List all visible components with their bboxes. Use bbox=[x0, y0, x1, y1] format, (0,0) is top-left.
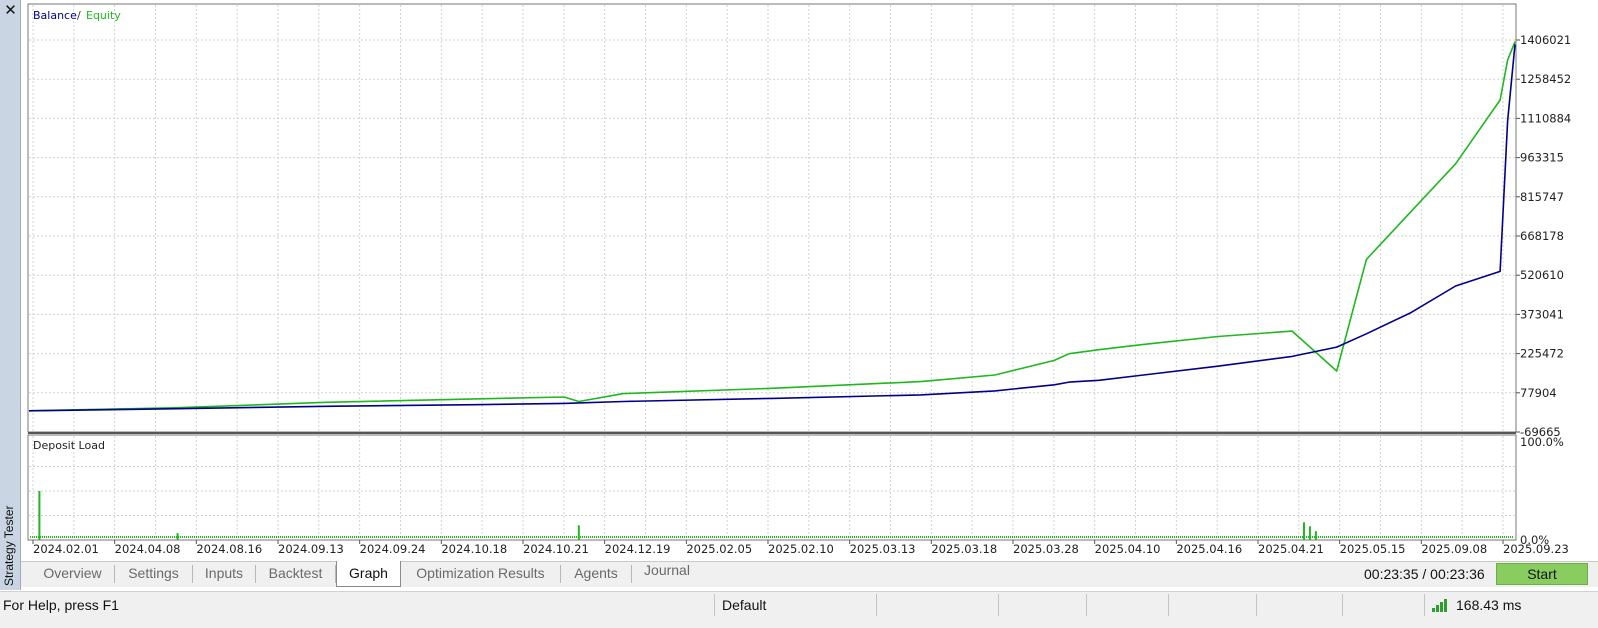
y-tick-label: 963315 bbox=[1520, 151, 1564, 165]
tabs-bar: Overview Settings Inputs Backtest Graph … bbox=[21, 561, 1598, 587]
status-divider bbox=[1342, 594, 1343, 616]
legend-separator: / bbox=[77, 9, 81, 22]
x-tick-label: 2025.09.23 bbox=[1503, 542, 1569, 556]
tab-inputs[interactable]: Inputs bbox=[193, 565, 256, 583]
close-icon[interactable]: ✕ bbox=[3, 3, 18, 18]
y-tick-label: 1406021 bbox=[1520, 33, 1571, 47]
status-divider bbox=[998, 594, 999, 616]
x-tick-label: 2025.09.08 bbox=[1421, 542, 1487, 556]
tab-settings[interactable]: Settings bbox=[115, 565, 193, 583]
ping-value: 168.43 ms bbox=[1456, 597, 1522, 613]
x-tick-label: 2025.04.10 bbox=[1095, 542, 1161, 556]
status-bar: For Help, press F1 Default 168.43 ms bbox=[0, 591, 1598, 628]
panel-vertical-title: Strategy Tester bbox=[2, 505, 16, 586]
tab-overview[interactable]: Overview bbox=[31, 565, 115, 583]
tab-backtest[interactable]: Backtest bbox=[256, 565, 336, 583]
status-divider bbox=[1168, 594, 1169, 616]
y-tick-label: 815747 bbox=[1520, 190, 1564, 204]
deposit-load-bar bbox=[1308, 526, 1311, 540]
legend-equity: Equity bbox=[86, 9, 121, 22]
status-divider bbox=[1256, 594, 1257, 616]
deposit-load-title: Deposit Load bbox=[33, 439, 105, 452]
y-tick-label: 77904 bbox=[1520, 386, 1557, 400]
x-tick-label: 2024.09.13 bbox=[278, 542, 344, 556]
x-tick-label: 2024.02.01 bbox=[33, 542, 99, 556]
deposit-load-bar bbox=[38, 491, 41, 540]
status-divider bbox=[1086, 594, 1087, 616]
x-tick-label: 2025.04.16 bbox=[1176, 542, 1242, 556]
deposit-load-bar bbox=[1302, 522, 1305, 540]
left-panel-strip: ✕ Strategy Tester bbox=[0, 0, 21, 590]
help-hint: For Help, press F1 bbox=[3, 597, 119, 613]
x-tick-label: 2025.04.21 bbox=[1258, 542, 1324, 556]
status-divider bbox=[876, 594, 877, 616]
legend-balance: Balance bbox=[33, 9, 77, 22]
y-tick-label: 373041 bbox=[1520, 307, 1564, 321]
deposit-load-bar bbox=[176, 533, 179, 540]
x-tick-label: 2025.03.13 bbox=[850, 542, 916, 556]
x-tick-label: 2024.08.16 bbox=[196, 542, 262, 556]
strategy-tester-window: ✕ Strategy Tester 1406021 1258452 1110884 9… bbox=[0, 0, 1598, 628]
chart-area: 1406021 1258452 1110884 963315 815747 668178 5… bbox=[21, 0, 1598, 561]
x-tick-label: 2024.10.18 bbox=[441, 542, 507, 556]
x-tick-label: 2025.02.05 bbox=[686, 542, 752, 556]
start-button[interactable]: Start bbox=[1496, 563, 1588, 585]
elapsed-timer: 00:23:35 / 00:23:36 bbox=[1364, 566, 1485, 582]
y-tick-label: 1110884 bbox=[1520, 111, 1571, 125]
x-tick-label: 2024.12.19 bbox=[605, 542, 671, 556]
x-tick-label: 2024.09.24 bbox=[360, 542, 426, 556]
x-tick-label: 2024.04.08 bbox=[115, 542, 181, 556]
x-tick-label: 2025.02.10 bbox=[768, 542, 834, 556]
x-tick-label: 2025.03.28 bbox=[1013, 542, 1079, 556]
tab-agents[interactable]: Agents bbox=[561, 565, 632, 583]
x-tick-label: 2025.05.15 bbox=[1340, 542, 1406, 556]
y-tick-label: 225472 bbox=[1520, 347, 1564, 361]
connection-signal-icon bbox=[1432, 599, 1447, 612]
profile-name: Default bbox=[722, 597, 767, 613]
deposit-load-bar bbox=[577, 525, 580, 540]
tab-graph[interactable]: Graph bbox=[336, 561, 401, 587]
status-divider bbox=[714, 594, 715, 616]
y-tick-label: 1258452 bbox=[1520, 72, 1571, 86]
tab-optimization-results[interactable]: Optimization Results bbox=[401, 565, 561, 583]
sub-y-tick-label: 100.0% bbox=[1520, 435, 1564, 449]
x-tick-label: 2025.03.18 bbox=[931, 542, 997, 556]
y-tick-label: 520610 bbox=[1520, 268, 1564, 282]
deposit-load-bar bbox=[1314, 531, 1317, 540]
y-tick-label: 668178 bbox=[1520, 229, 1564, 243]
x-tick-label: 2024.10.21 bbox=[523, 542, 589, 556]
status-divider bbox=[1424, 594, 1425, 616]
tab-journal[interactable]: Journal bbox=[632, 562, 702, 586]
